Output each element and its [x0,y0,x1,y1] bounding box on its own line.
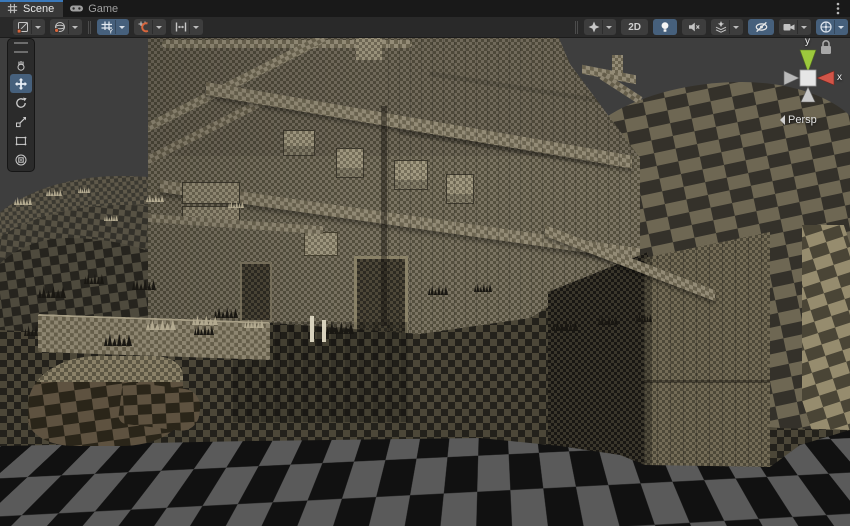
unity-scene-view-window: y x Persp Scene Game [0,0,850,526]
tab-scene-label: Scene [23,3,54,15]
roof-beam-end [612,55,623,73]
wire-sphere-icon [52,20,68,34]
camera-icon [781,20,797,34]
scene-orientation-gizmo[interactable]: y x Persp [768,34,850,136]
shaded-mode-icon [15,20,31,34]
grid-visibility-button[interactable]: Y [97,19,129,35]
gizmos-button[interactable] [816,19,848,35]
toolbar-separator [88,21,89,34]
view-options-toolbar: 2D [574,19,848,35]
padlock-icon[interactable] [821,41,831,54]
axis-negative-y-cone[interactable] [801,87,815,102]
axis-x-label: x [837,72,842,83]
snap-to-grid-button[interactable] [134,19,166,35]
transform-icon [14,153,28,167]
rotate-icon [14,96,28,110]
grid-y-axis-icon: Y [99,20,115,34]
tab-scene[interactable]: Scene [0,0,63,17]
gizmo-center-cube[interactable] [800,70,816,86]
palette-drag-handle[interactable] [14,42,28,53]
axis-y-cone[interactable] [800,50,816,72]
audio-toggle-button[interactable] [682,19,706,35]
rect-tool-button[interactable] [10,131,32,150]
right-hill-bright-slope [802,225,850,440]
chevron-down-icon[interactable] [797,20,809,34]
chevron-down-icon[interactable] [152,20,164,34]
gizmo-sphere-icon [818,20,834,34]
projection-label: Persp [788,114,817,126]
speaker-muted-icon [684,20,704,34]
lightbulb-icon [655,20,675,34]
chevron-down-icon[interactable] [68,20,80,34]
persp-cone-icon [780,115,785,125]
scale-tool-button[interactable] [10,112,32,131]
scene-visibility-button[interactable] [748,19,774,35]
white-plant-sprite [310,316,314,342]
barn-building [644,232,770,472]
scene-viewport[interactable]: y x Persp [0,0,850,526]
scene-lighting-button[interactable] [653,19,677,35]
axis-negative-x-cone[interactable] [784,71,799,85]
tab-game-label: Game [88,3,118,15]
rect-tool-icon [14,134,28,148]
snap-move-icon [173,20,189,34]
layers-star-icon [713,20,729,34]
kebab-menu-icon[interactable] [832,2,844,15]
draw-mode-button[interactable] [13,19,45,35]
2d-view-button[interactable]: 2D [621,19,648,35]
effects-button[interactable] [711,19,743,35]
tab-bar: Scene Game [0,0,850,17]
transform-tool-button[interactable] [10,150,32,169]
scene-grid-icon [6,2,19,15]
view-mode-toolbar: Y [13,19,203,35]
scale-icon [14,115,28,129]
grid-snap-magnet-icon [136,20,152,34]
barn-seam [644,380,770,383]
chevron-down-icon[interactable] [834,20,846,34]
camera-settings-button[interactable] [779,19,811,35]
effects-star-button[interactable] [584,19,616,35]
chevron-down-icon[interactable] [31,20,43,34]
tool-palette [7,38,35,172]
house-left-face-shade [148,36,388,352]
barn-plank-texture [644,232,770,472]
chevron-down-icon[interactable] [189,20,201,34]
chevron-down-icon[interactable] [602,20,614,34]
snap-increment-button[interactable] [171,19,203,35]
white-plant-sprite [322,320,326,342]
projection-toggle[interactable]: Persp [780,114,817,126]
tab-game[interactable]: Game [63,0,127,17]
move-arrows-icon [14,77,28,91]
scene-toolbar: Y [0,17,850,38]
view-tool-button[interactable] [10,55,32,74]
2d-label: 2D [623,22,646,33]
chevron-down-icon[interactable] [729,20,741,34]
eye-slash-icon [750,20,772,34]
svg-text:Y: Y [109,28,114,34]
hand-icon [14,58,28,72]
gamepad-icon [69,2,84,15]
axis-x-cone[interactable] [817,71,834,85]
move-tool-button[interactable] [10,74,32,93]
rotate-tool-button[interactable] [10,93,32,112]
view-options-button[interactable] [50,19,82,35]
toolbar-separator [575,21,576,34]
star-icon [586,20,602,34]
chevron-down-icon[interactable] [115,20,127,34]
low-stone-wall [38,314,270,360]
